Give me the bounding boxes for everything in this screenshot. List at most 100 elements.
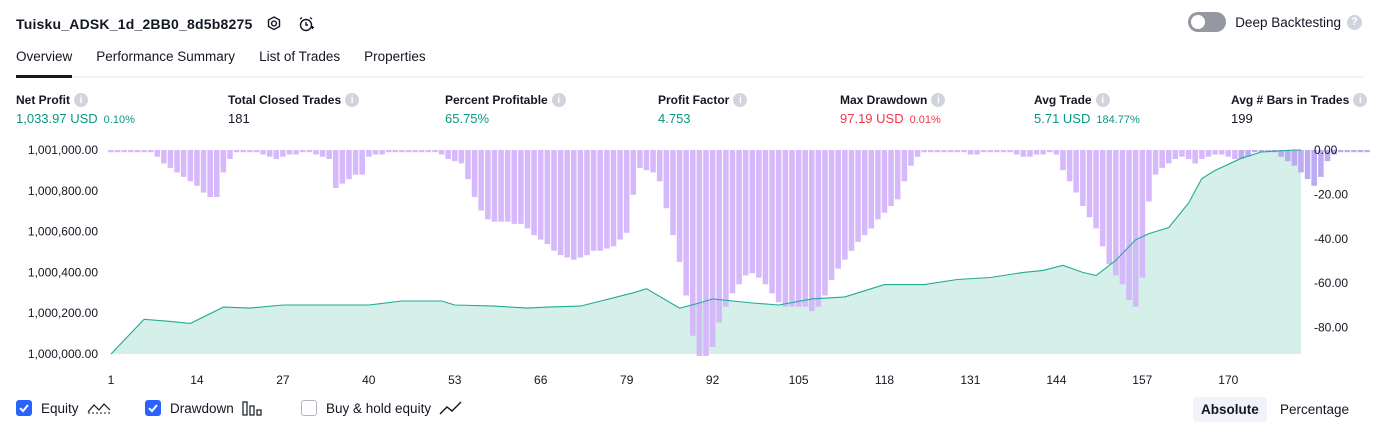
legend-equity[interactable]: Equity [16, 400, 111, 416]
legend-drawdown[interactable]: Drawdown [145, 400, 262, 416]
drawdown-bar [934, 150, 941, 153]
info-icon[interactable]: i [74, 93, 88, 107]
info-icon[interactable]: i [551, 93, 566, 107]
drawdown-bar [141, 150, 147, 153]
toggle-knob [1191, 15, 1206, 29]
drawdown-bar [842, 150, 848, 260]
equity-checkbox[interactable] [16, 400, 32, 416]
drawdown-bar [690, 150, 696, 336]
tab-list-of-trades[interactable]: List of Trades [259, 46, 340, 76]
x-axis-tick-label: 27 [276, 373, 290, 387]
metric-percent-profitable: Percent Profitable i 65.75% [445, 93, 566, 126]
drawdown-bar [1113, 150, 1119, 276]
drawdown-bar [452, 150, 458, 162]
tab-overview[interactable]: Overview [16, 46, 73, 78]
drawdown-bar [1139, 150, 1146, 278]
info-icon[interactable]: i [733, 93, 748, 107]
y-axis-tick-label: 1,001,000.00 [28, 143, 98, 157]
drawdown-bar [293, 150, 299, 155]
drawdown-bar [1298, 150, 1304, 173]
drawdown-bar [392, 150, 399, 153]
drawdown-bar [769, 150, 775, 294]
drawdown-bar [167, 150, 174, 168]
equity-line-icon [87, 401, 111, 415]
drawdown-bar [1040, 150, 1046, 155]
equity-drawdown-chart[interactable]: 1,000,000.00 1,000,200.00 1,000,400.00 1,00… [0, 140, 1379, 390]
drawdown-bar [273, 150, 280, 159]
drawdown-bar [1251, 150, 1258, 153]
help-icon[interactable]: ? [1347, 14, 1362, 30]
drawdown-bar [947, 150, 954, 153]
bar-chart-icon [242, 400, 262, 416]
drawdown-bar [782, 150, 789, 307]
tab-properties[interactable]: Properties [364, 46, 426, 76]
metric-avg-trade: Avg Trade i 5.71 USD 184.77% [1034, 93, 1140, 126]
drawdown-bar [346, 150, 352, 180]
metric-value: 65.75% [445, 111, 490, 126]
drawdown-bar [663, 150, 670, 209]
metric-net-profit: Net Profit i 1,033.97 USD 0.10% [16, 93, 135, 126]
drawdown-bar [1285, 150, 1291, 162]
drawdown-bar [1166, 150, 1172, 164]
drawdown-bar [134, 150, 141, 153]
absolute-toggle[interactable]: Absolute [1193, 397, 1267, 422]
drawdown-bar [518, 150, 524, 224]
drawdown-bar [921, 150, 927, 153]
drawdown-bar [1337, 150, 1344, 153]
drawdown-bar [703, 150, 709, 356]
drawdown-bar [1119, 150, 1126, 285]
drawdown-bar [557, 150, 564, 256]
alarm-clock-icon[interactable] [296, 14, 316, 34]
drawdown-bar [1000, 150, 1007, 153]
drawdown-bar [1073, 150, 1079, 193]
settings-icon[interactable] [264, 14, 284, 34]
drawdown-bar [696, 150, 703, 356]
drawdown-bar [1099, 150, 1106, 247]
drawdown-bar [1053, 150, 1060, 155]
drawdown-bar [835, 150, 841, 269]
metric-value: 4.753 [658, 111, 691, 126]
x-axis-tick-label: 105 [789, 373, 809, 387]
drawdown-bar [1291, 150, 1298, 166]
y2-axis-tick-label: 0.00 [1314, 143, 1338, 157]
info-icon[interactable]: i [1353, 93, 1368, 107]
drawdown-bar [901, 150, 908, 182]
drawdown-bar [333, 150, 339, 189]
info-icon[interactable]: i [1095, 93, 1110, 107]
drawdown-bar [571, 150, 577, 260]
buy-hold-checkbox[interactable] [301, 400, 317, 416]
drawdown-bar [1020, 150, 1027, 157]
drawdown-bar [432, 150, 438, 153]
y-axis-tick-label: 1,000,400.00 [28, 265, 98, 279]
deep-backtesting-toggle[interactable] [1188, 12, 1227, 32]
percentage-toggle[interactable]: Percentage [1272, 397, 1357, 422]
drawdown-bar [1185, 150, 1192, 159]
info-icon[interactable]: i [931, 93, 946, 107]
drawdown-bar [954, 150, 960, 153]
drawdown-bar [465, 150, 471, 180]
drawdown-checkbox[interactable] [145, 400, 161, 416]
drawdown-bar [531, 150, 537, 236]
drawdown-bar [1159, 150, 1165, 168]
drawdown-bar [604, 150, 610, 249]
x-axis-tick-label: 131 [960, 373, 980, 387]
drawdown-bar [617, 150, 623, 240]
drawdown-bar [928, 150, 934, 153]
drawdown-bar [551, 150, 557, 251]
y2-axis-tick-label: -80.00 [1314, 321, 1348, 335]
metric-max-drawdown: Max Drawdown i 97.19 USD 0.01% [840, 93, 946, 126]
drawdown-bar [412, 150, 418, 153]
drawdown-bar [723, 150, 729, 307]
drawdown-bar [736, 150, 742, 285]
legend-buy-hold[interactable]: Buy & hold equity [301, 400, 463, 416]
drawdown-bar [438, 150, 445, 155]
metric-label: Avg # Bars in Trades [1231, 93, 1350, 107]
drawdown-bar [670, 150, 676, 236]
info-icon[interactable]: i [345, 93, 360, 107]
tab-performance-summary[interactable]: Performance Summary [96, 46, 235, 76]
drawdown-bar [425, 150, 432, 153]
drawdown-bar [643, 150, 650, 171]
drawdown-bar [676, 150, 683, 262]
drawdown-bar [1225, 150, 1232, 157]
drawdown-bar [888, 150, 894, 206]
